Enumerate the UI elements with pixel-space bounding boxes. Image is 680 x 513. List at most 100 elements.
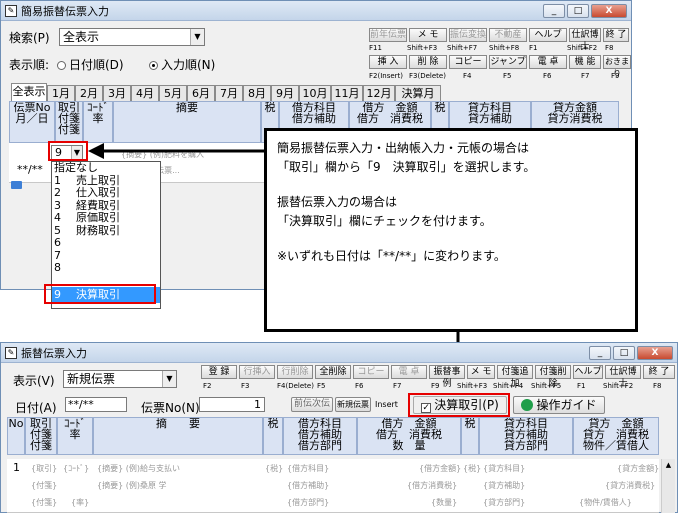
fkey-all-delete[interactable]: 全削除	[315, 365, 351, 379]
fkey-sub: F6	[355, 382, 364, 390]
fkey-jump[interactable]: ジャンプ	[489, 55, 527, 69]
cell-fusen[interactable]: {付箋}	[31, 480, 57, 491]
radio-selected-icon	[149, 61, 158, 70]
cell-zei[interactable]: {税}	[265, 463, 283, 474]
fkey-calc[interactable]: 電 卓	[391, 365, 427, 379]
maximize-button[interactable]: □	[567, 3, 589, 18]
fkey-shiwake[interactable]: 仕訳博士	[605, 365, 641, 389]
tab-month-2[interactable]: 2月	[75, 85, 103, 101]
tab-month-12[interactable]: 12月	[363, 85, 395, 101]
tab-month-10[interactable]: 10月	[299, 85, 331, 101]
cell-kashibumon[interactable]: {貸方部門}	[483, 497, 525, 508]
prev-next-buttons[interactable]: 前伝次伝	[291, 397, 333, 412]
cell-suryo[interactable]: {数量}	[431, 497, 457, 508]
fkey-sub: Shift+F3	[407, 44, 438, 52]
guide-button-label: 操作ガイド	[536, 398, 597, 412]
tab-month-4[interactable]: 4月	[131, 85, 159, 101]
tab-month-6[interactable]: 6月	[187, 85, 215, 101]
fkey-sub: F6	[543, 72, 552, 80]
tab-closing-month[interactable]: 決算月	[395, 85, 441, 101]
fkey-delete[interactable]: 削 除	[409, 55, 447, 69]
cell-code[interactable]: {ｺｰﾄﾞ}	[63, 463, 89, 474]
header-text: 付箋	[30, 439, 52, 452]
minimize-button[interactable]: _	[543, 3, 565, 18]
tab-month-3[interactable]: 3月	[103, 85, 131, 101]
cell-zei2[interactable]: {税}	[463, 463, 481, 474]
cell-karibumon[interactable]: {借方部門}	[287, 497, 329, 508]
fkey-exit[interactable]: 終 了	[603, 28, 629, 42]
scroll-up-icon[interactable]: ▲	[662, 459, 675, 471]
denpyo-input[interactable]: 1	[199, 397, 265, 412]
fkey-memo[interactable]: メ モ	[467, 365, 495, 379]
cell-kashikingaku[interactable]: {貸方金額}	[617, 463, 659, 474]
cell-kashihojo[interactable]: {貸方補助}	[483, 480, 525, 491]
tab-month-9[interactable]: 9月	[271, 85, 299, 101]
cell-tekiyo[interactable]: {摘要} (例)給与支払い	[97, 463, 180, 474]
fkey-function[interactable]: 機 能	[569, 55, 601, 69]
header-text: No	[8, 417, 24, 430]
fkey-row-delete[interactable]: 行削除	[277, 365, 313, 379]
fkey-fusen-add[interactable]: 付箋追加	[497, 365, 533, 389]
fkey-sub: F11	[369, 44, 382, 52]
minimize-button[interactable]: _	[589, 345, 611, 360]
cell-karikata[interactable]: {借方科目}	[287, 463, 329, 474]
vertical-scrollbar[interactable]: ▲	[661, 459, 675, 513]
fkey-register[interactable]: 登 録	[201, 365, 237, 379]
fkey-help[interactable]: ヘルプ	[529, 28, 567, 42]
fkey-sub: F4	[463, 72, 472, 80]
tab-month-5[interactable]: 5月	[159, 85, 187, 101]
tab-month-8[interactable]: 8月	[243, 85, 271, 101]
cell-kashikata[interactable]: {貸方科目}	[483, 463, 525, 474]
fkey-convert[interactable]: 振伝変換	[449, 28, 487, 42]
highlight-torihiki	[48, 141, 88, 161]
new-voucher-button[interactable]: 新規伝票	[335, 397, 371, 412]
cell-fusen2[interactable]: {付箋}	[31, 497, 57, 508]
dropdown-item[interactable]: 5 財務取引	[52, 224, 160, 238]
dropdown-item[interactable]: 6	[52, 237, 160, 250]
fkey-memo[interactable]: メ モ	[409, 28, 447, 42]
arrow-icon	[88, 143, 264, 159]
fkey-exit[interactable]: 終 了	[643, 365, 675, 379]
cell-bukken[interactable]: {物件/賃借人}	[579, 497, 632, 508]
fkey-row-insert[interactable]: 行挿入	[239, 365, 275, 379]
fkey-realestate[interactable]: 不動産	[489, 28, 527, 42]
header-text: 率	[92, 112, 104, 125]
tab-month-1[interactable]: 1月	[47, 85, 75, 101]
cell-tekiyo2[interactable]: {摘要} (例)桑原 学	[97, 480, 167, 491]
tab-month-11[interactable]: 11月	[331, 85, 363, 101]
order-date-radio[interactable]: 日付順(D)	[57, 56, 124, 73]
fkey-shiwake[interactable]: 仕訳博士	[569, 28, 601, 52]
fkey-fusen-delete[interactable]: 付箋削除	[535, 365, 571, 389]
fkey-copy[interactable]: コピー	[449, 55, 487, 69]
tab-month-7[interactable]: 7月	[215, 85, 243, 101]
cell-ritsu[interactable]: {率}	[71, 497, 89, 508]
operation-guide-button[interactable]: 操作ガイド	[513, 396, 605, 414]
cell-karihojo[interactable]: {借方補助}	[287, 480, 329, 491]
app-icon: ✎	[5, 346, 17, 359]
cell-karizei[interactable]: {借方消費税}	[407, 480, 457, 491]
dropdown-item[interactable]: 8	[52, 262, 160, 275]
display-select[interactable]: 新規伝票 ▼	[63, 370, 177, 388]
fkey-preset[interactable]: おきまり	[603, 55, 631, 78]
cell-kashizei[interactable]: {貸方消費税}	[605, 480, 655, 491]
close-button[interactable]: X	[591, 3, 627, 18]
fkey-sub: Shift+F4	[493, 382, 524, 390]
close-button[interactable]: X	[637, 345, 673, 360]
cell-torihiki[interactable]: {取引}	[31, 463, 57, 474]
date-input[interactable]: **/**	[65, 397, 127, 412]
search-select[interactable]: 全表示 ▼	[59, 28, 205, 46]
highlight-kessan-checkbox	[408, 393, 510, 417]
header-text: 貸方補助	[468, 112, 512, 125]
fkey-examples[interactable]: 振替事例	[429, 365, 465, 389]
dropdown-item[interactable]: 7	[52, 249, 160, 263]
cell-karikingaku[interactable]: {借方金額}	[419, 463, 461, 474]
fkey-prev-year[interactable]: 前年伝票	[369, 28, 407, 42]
fkey-help[interactable]: ヘルプ	[573, 365, 603, 379]
order-input-radio[interactable]: 入力順(N)	[149, 56, 215, 73]
tab-all[interactable]: 全表示	[11, 83, 47, 101]
fkey-calc[interactable]: 電 卓	[529, 55, 567, 69]
header-text: 率	[69, 428, 81, 441]
maximize-button[interactable]: □	[613, 345, 635, 360]
fkey-copy[interactable]: コピー	[353, 365, 389, 379]
fkey-insert[interactable]: 挿 入	[369, 55, 407, 69]
